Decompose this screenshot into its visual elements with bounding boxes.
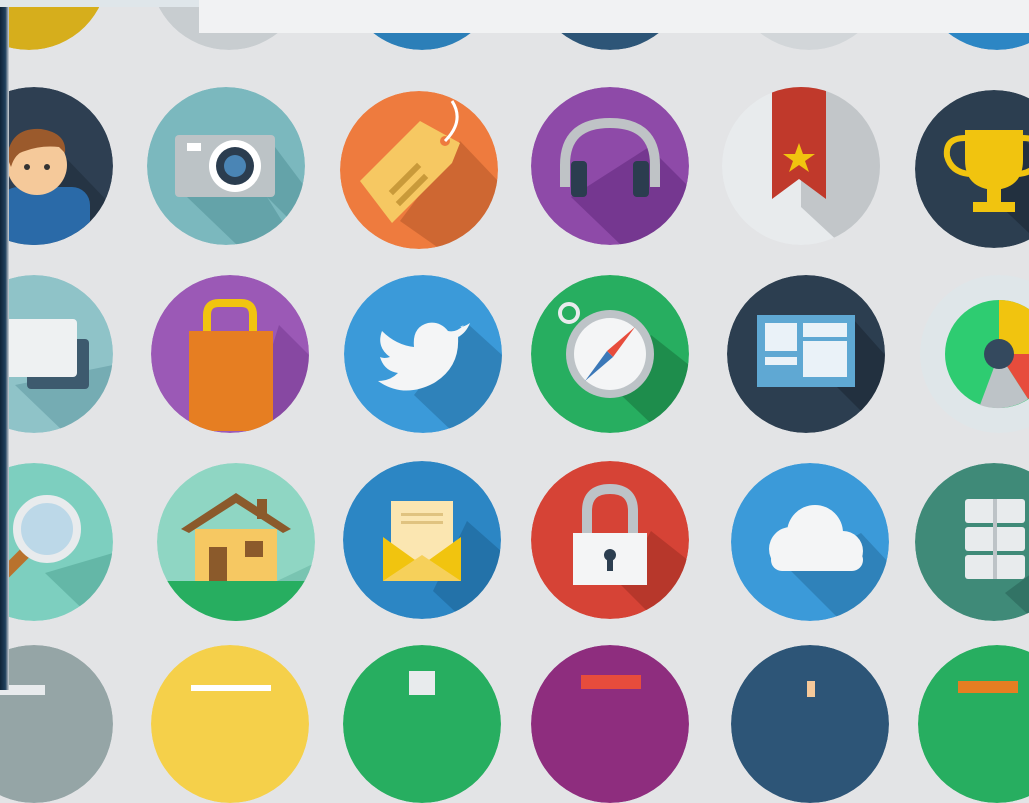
partial-yellow-icon [0, 0, 108, 50]
compass-icon [531, 275, 689, 433]
price-tag-icon [340, 91, 498, 249]
top-light-bar [199, 0, 1029, 33]
partial-yellow-bottom-icon [151, 645, 309, 803]
chat-bubble-icon [0, 275, 113, 433]
cloud-icon [731, 463, 889, 621]
user-avatar-icon [0, 87, 113, 245]
mail-envelope-icon [343, 461, 501, 619]
partial-magenta-bottom-icon [531, 645, 689, 803]
partial-navy-bottom-icon [731, 645, 889, 803]
twitter-bird-icon [344, 275, 502, 433]
partial-green2-bottom-icon [918, 645, 1029, 803]
house-icon [157, 463, 315, 621]
left-edge-shadow [0, 0, 9, 690]
padlock-icon [531, 461, 689, 619]
partial-green-bottom-icon [343, 645, 501, 803]
bookmark-icon [722, 87, 880, 245]
layout-dashboard-icon [727, 275, 885, 433]
headphones-icon [531, 87, 689, 245]
magnifier-icon [0, 463, 113, 621]
shopping-bag-icon [151, 275, 309, 433]
top-left-strip [0, 0, 199, 7]
database-server-icon [915, 463, 1029, 621]
pie-chart-icon [920, 275, 1029, 433]
camera-icon [147, 87, 305, 245]
trophy-icon [915, 90, 1029, 248]
partial-grey-bottom-icon [0, 645, 113, 803]
